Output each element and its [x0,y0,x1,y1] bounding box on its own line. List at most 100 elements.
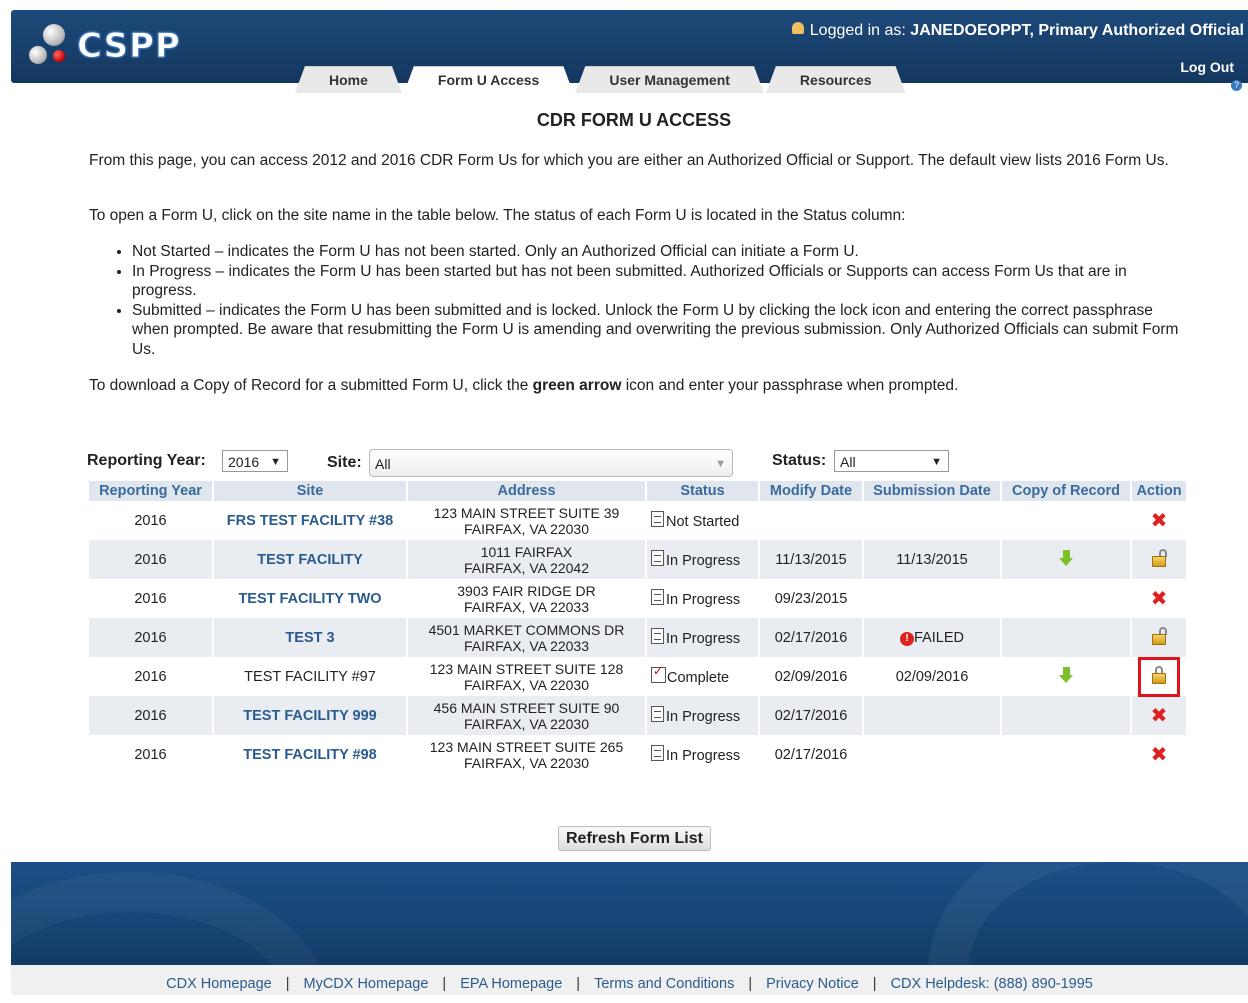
tab-home[interactable]: Home [295,66,402,93]
cell-modify-date: 02/17/2016 [774,746,848,763]
status-label: Status: [772,452,827,469]
cell-modify-date: 11/13/2015 [760,540,862,579]
col-modify-date[interactable]: Modify Date [760,481,862,501]
site-select[interactable]: All ▼ [369,449,733,477]
cell-submission-date [864,735,1000,774]
delete-x-icon[interactable]: ✖ [1151,705,1168,727]
address-line: 123 MAIN STREET SUITE 128 [429,660,624,677]
status-text: In Progress [666,553,741,569]
cell-year: 2016 [134,512,167,529]
cell-address: 3903 FAIR RIDGE DR FAIRFAX, VA 22033 [408,579,645,618]
cell-submission-date: 02/09/2016 [895,668,969,685]
footer-link-privacy[interactable]: Privacy Notice [766,976,859,992]
form-u-table: Reporting Year Site Address Status Modif… [87,481,1188,774]
col-submission-date[interactable]: Submission Date [864,481,1000,501]
logout-link[interactable]: Log Out [1180,59,1234,75]
cell-copy-of-record [1002,540,1130,579]
green-download-arrow-icon[interactable] [1059,666,1073,683]
cell-status: Complete [647,657,758,696]
cell-address: 123 MAIN STREET SUITE 39 FAIRFAX, VA 2203… [408,501,645,540]
cell-copy-of-record [1002,735,1130,774]
download-text-pre: To download a Copy of Record for a submi… [89,377,533,394]
footer-link-terms[interactable]: Terms and Conditions [594,976,734,992]
download-text-post: icon and enter your passphrase when prom… [621,377,959,394]
cell-site: TEST 3 [214,618,406,657]
reporting-year-select[interactable]: 2016 ▼ [222,450,288,472]
site-link[interactable]: TEST FACILITY TWO [238,591,381,607]
cell-submission-date [864,696,1000,735]
tab-user-management[interactable]: User Management [575,66,764,93]
footer-link-mycdx-homepage[interactable]: MyCDX Homepage [303,976,428,992]
cell-copy-of-record [1002,501,1130,540]
delete-x-icon[interactable]: ✖ [1151,510,1168,532]
cell-action [1132,656,1186,697]
footer-link-epa-homepage[interactable]: EPA Homepage [460,976,562,992]
delete-x-icon[interactable]: ✖ [1151,744,1168,766]
col-action[interactable]: Action [1132,481,1186,501]
table-row: 2016 TEST FACILITY 999 456 MAIN STREET S… [89,696,1186,735]
site-link[interactable]: TEST FACILITY #98 [243,747,377,763]
green-download-arrow-icon[interactable] [1059,549,1073,566]
col-address[interactable]: Address [408,481,645,501]
footer-link-helpdesk[interactable]: CDX Helpdesk: (888) 890-1995 [891,976,1093,992]
cell-submission-date [864,501,1000,540]
cell-modify-date: 02/17/2016 [760,696,862,735]
address-line: 4501 MARKET COMMONS DR [428,621,625,638]
locked-lock-icon[interactable] [1151,665,1167,684]
site-link[interactable]: TEST FACILITY 999 [243,708,377,724]
col-site[interactable]: Site [214,481,406,501]
address-line: FAIRFAX, VA 22042 [463,559,590,576]
unlocked-lock-icon[interactable] [1151,548,1167,567]
help-icon[interactable]: ? [1231,80,1242,91]
document-icon [651,589,664,605]
document-icon [651,706,664,722]
cell-site: TEST FACILITY 999 [214,696,406,735]
status-list-item: Submitted – indicates the Form U has bee… [132,301,1192,360]
cell-action [1132,540,1186,579]
cell-submission-date [864,579,1000,618]
address-line: FAIRFAX, VA 22030 [463,520,590,537]
site-link[interactable]: FRS TEST FACILITY #38 [227,513,394,529]
page-title: CDR FORM U ACCESS [536,110,732,130]
cspp-logo[interactable]: CSPP [29,24,181,68]
cell-site: TEST FACILITY [214,540,406,579]
table-row: 2016 TEST FACILITY 1011 FAIRFAX FAIRFAX, … [89,540,1186,579]
reporting-year-value: 2016 [228,454,260,470]
intro-text: From this page, you can access 2012 and … [89,152,1169,169]
address-line: 123 MAIN STREET SUITE 265 [429,738,624,755]
cell-action: ✖ [1132,501,1186,540]
logged-in-label: Logged in as: [809,22,906,39]
tab-form-u-access[interactable]: Form U Access [404,66,573,93]
address-line: FAIRFAX, VA 22030 [463,676,590,693]
status-text: In Progress [666,592,741,608]
status-text: In Progress [666,631,741,647]
dropdown-arrow-icon: ▼ [931,456,942,468]
site-link[interactable]: TEST 3 [285,630,334,646]
cell-year: 2016 [134,668,167,685]
cell-status: In Progress [647,735,758,774]
cell-submission-date: ! FAILED [864,618,1000,657]
site-link[interactable]: TEST FACILITY [257,552,363,568]
cell-copy-of-record [1002,696,1130,735]
cell-status: In Progress [647,696,758,735]
document-icon [651,550,664,566]
unlocked-lock-icon[interactable] [1151,626,1167,645]
tab-resources[interactable]: Resources [766,66,906,93]
cell-status: In Progress [647,540,758,579]
failed-text: FAILED [914,629,964,646]
status-list-item: In Progress – indicates the Form U has b… [132,262,1192,301]
error-icon: ! [900,631,915,646]
status-list: Not Started – indicates the Form U has n… [108,242,1192,359]
status-select[interactable]: All ▼ [834,450,949,472]
refresh-form-list-button[interactable]: Refresh Form List [558,826,711,851]
document-icon [651,745,664,761]
highlighted-lock[interactable] [1138,656,1180,697]
col-reporting-year[interactable]: Reporting Year [89,481,212,501]
col-status[interactable]: Status [647,481,758,501]
footer-link-cdx-homepage[interactable]: CDX Homepage [166,976,272,992]
status-text: In Progress [666,709,741,725]
table-row: 2016 TEST FACILITY #98 123 MAIN STREET S… [89,735,1186,774]
delete-x-icon[interactable]: ✖ [1151,588,1168,610]
col-copy-of-record[interactable]: Copy of Record [1002,481,1130,501]
cell-site: TEST FACILITY #98 [214,735,406,774]
